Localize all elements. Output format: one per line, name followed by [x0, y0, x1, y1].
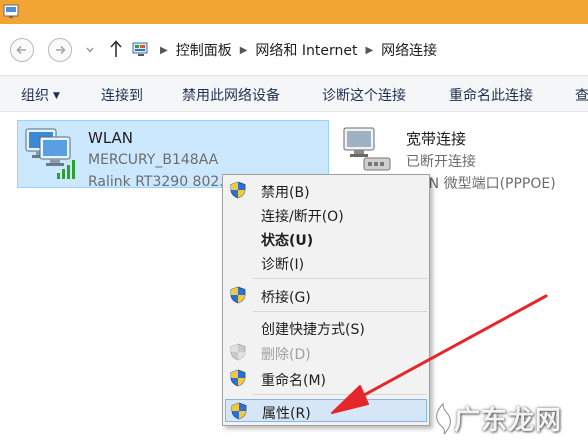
uac-shield-icon — [230, 343, 246, 361]
menu-separator — [253, 278, 427, 279]
organize-label: 组织 — [21, 88, 49, 104]
caret-down-icon: ▼ — [53, 91, 60, 101]
breadcrumb-item-network-internet[interactable]: 网络和 Internet — [255, 40, 357, 60]
breadcrumb-separator-icon: ▶ — [160, 44, 168, 56]
breadcrumb-separator-icon: ▶ — [365, 44, 374, 56]
menu-item-label: 桥接(G) — [261, 290, 311, 306]
menu-item-diagnose[interactable]: 诊断(I) — [225, 251, 427, 274]
watermark: 广东龙网 — [432, 396, 588, 447]
watermark-text: 广东龙网 — [454, 406, 563, 436]
up-arrow-icon[interactable] — [108, 39, 124, 59]
connection-name: 宽带连接 — [406, 130, 467, 148]
arrow-left-icon — [16, 45, 26, 55]
breadcrumb-item-network-connections[interactable]: 网络连接 — [381, 40, 437, 60]
uac-shield-icon — [230, 286, 246, 304]
control-panel-icon — [132, 42, 148, 56]
breadcrumb-item-control-panel[interactable]: 控制面板 — [176, 40, 232, 60]
connect-to-button[interactable]: 连接到 — [101, 85, 143, 105]
organize-menu-button[interactable]: 组织 ▼ — [21, 85, 60, 105]
window-titlebar — [0, 0, 588, 24]
uac-shield-icon — [231, 402, 247, 420]
breadcrumb-separator-icon: ▶ — [239, 44, 248, 56]
recent-locations-dropdown-icon[interactable] — [86, 47, 94, 53]
breadcrumb[interactable]: ▶ 控制面板 ▶ 网络和 Internet ▶ 网络连接 — [132, 37, 588, 63]
wireless-network-adapter-icon — [25, 128, 75, 179]
connection-name: WLAN — [88, 129, 134, 147]
address-row: ▶ 控制面板 ▶ 网络和 Internet ▶ 网络连接 — [0, 24, 588, 76]
menu-item-label: 重命名(M) — [261, 373, 327, 389]
uac-shield-icon — [230, 181, 246, 199]
menu-item-label: 属性(R) — [262, 406, 311, 422]
command-toolbar: 组织 ▼ 连接到 禁用此网络设备 诊断这个连接 重命名此连接 查 — [0, 76, 588, 112]
connection-ssid: MERCURY_B148AA — [88, 152, 219, 168]
menu-item-label: 诊断(I) — [261, 257, 305, 273]
menu-item-label: 状态(U) — [261, 233, 314, 249]
disable-device-button[interactable]: 禁用此网络设备 — [182, 85, 280, 105]
menu-item-label: 连接/断开(O) — [261, 209, 344, 225]
arrow-right-icon — [56, 45, 66, 55]
more-toolbar-button[interactable]: 查 — [575, 85, 588, 105]
window-app-icon — [3, 4, 19, 18]
watermark-logo-icon — [436, 402, 451, 435]
menu-item-connect-disconnect[interactable]: 连接/断开(O) — [225, 203, 427, 226]
menu-item-disable[interactable]: 禁用(B) — [225, 179, 427, 202]
back-button[interactable] — [10, 38, 34, 62]
menu-item-label: 删除(D) — [261, 347, 311, 363]
connection-status: 已断开连接 — [406, 154, 476, 170]
menu-item-status[interactable]: 状态(U) — [225, 227, 427, 250]
rename-connection-button[interactable]: 重命名此连接 — [449, 85, 533, 105]
menu-item-label: 禁用(B) — [261, 185, 310, 201]
diagnose-connection-button[interactable]: 诊断这个连接 — [322, 85, 406, 105]
uac-shield-icon — [230, 369, 246, 387]
forward-button[interactable] — [48, 38, 72, 62]
